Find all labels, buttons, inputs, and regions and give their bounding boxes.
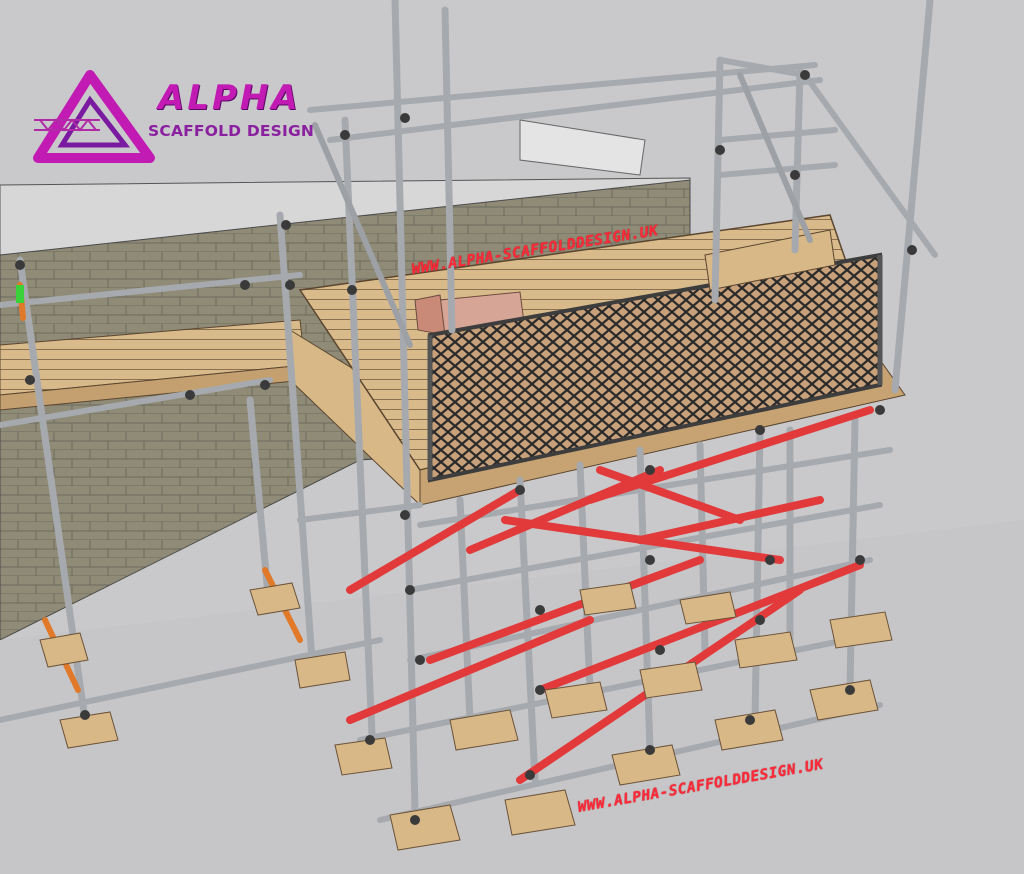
scaffold-render-canvas: ALPHA SCAFFOLD DESIGN WWW.ALPHA-SCAFFOLD… [0,0,1024,874]
logo-subtitle: SCAFFOLD DESIGN [148,122,315,140]
wall-parapet [519,119,646,176]
company-logo: ALPHA SCAFFOLD DESIGN [28,70,328,165]
logo-title: ALPHA [158,78,301,118]
green-coupler-marker [16,285,24,303]
